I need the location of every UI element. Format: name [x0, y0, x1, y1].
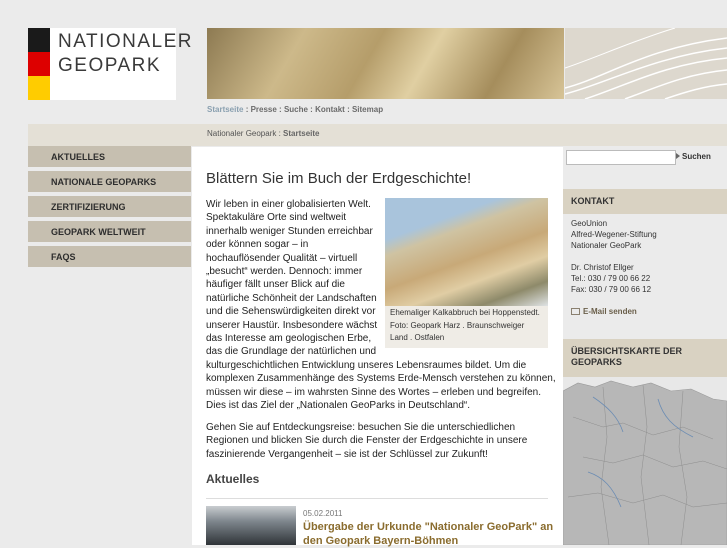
text-line: kulturgeschichtlichen Entwicklung unsere… — [206, 359, 527, 371]
kontakt-line — [571, 251, 657, 262]
map-heading-line: GEOPARKS — [571, 357, 622, 367]
kontakt-line: Dr. Christof Ellger — [571, 263, 634, 272]
divider — [206, 498, 548, 499]
nav-separator: : — [243, 105, 251, 114]
german-flag-icon — [28, 28, 50, 100]
sidebar-item-faqs[interactable]: FAQS — [28, 246, 191, 269]
sidebar-item-geopark-weltweit[interactable]: GEOPARK WELTWEIT — [28, 221, 191, 244]
news-title-line: den Geopark Bayern-Böhmen — [303, 535, 459, 547]
arrow-right-icon — [676, 153, 680, 159]
logo-line-2: GEOPARK — [58, 55, 162, 76]
news-heading: Aktuelles — [206, 472, 260, 486]
second-paragraph: Gehen Sie auf Entdeckungsreise: besuchen… — [206, 421, 556, 461]
flag-stripe-black — [28, 28, 50, 52]
kontakt-line: Alfred-Wegener-Stiftung — [571, 230, 657, 239]
text-line: komplexen Zusammenhänge des Systems Erde… — [206, 373, 556, 385]
nav-separator: : — [344, 105, 352, 114]
text-line: Regionen und blicken Sie durch die Fenst… — [206, 435, 528, 447]
breadcrumb: Nationaler Geopark : Startseite — [207, 129, 320, 138]
news-title-link[interactable]: Übergabe der Urkunde "Nationaler GeoPark… — [303, 520, 553, 548]
photo-caption: Ehemaliger Kalkabbruch bei Hoppenstedt. … — [385, 306, 548, 348]
text-line: müssen wir diese – im wahrsten Sinne des… — [206, 386, 541, 398]
quarry-photo — [385, 198, 548, 306]
caption-line: Ehemaliger Kalkabbruch bei Hoppenstedt. — [390, 308, 540, 317]
nav-kontakt[interactable]: Kontakt — [315, 105, 345, 114]
header-rock-image — [207, 28, 564, 99]
news-photo[interactable] — [206, 506, 296, 545]
header-strata-drawing — [565, 28, 727, 99]
news-title-line: Übergabe der Urkunde "Nationaler GeoPark… — [303, 521, 554, 533]
logo-line-1: NATIONALER — [58, 31, 194, 52]
page-title: Blättern Sie im Buch der Erdgeschichte! — [206, 170, 472, 187]
map-heading-line: ÜBERSICHTSKARTE DER — [571, 346, 683, 356]
logo-text: NATIONALER GEOPARK — [58, 30, 193, 78]
kontakt-line: Tel.: 030 / 79 00 66 22 — [571, 274, 651, 283]
email-link[interactable]: E-Mail senden — [571, 307, 637, 316]
germany-map[interactable] — [563, 377, 727, 545]
flag-stripe-gold — [28, 76, 50, 100]
kontakt-line: Fax: 030 / 79 00 66 12 — [571, 285, 652, 294]
sidebar-item-nationale-geoparks[interactable]: NATIONALE GEOPARKS — [28, 171, 191, 194]
breadcrumb-item-geopark[interactable]: Nationaler Geopark — [207, 129, 276, 138]
sidebar-item-zertifizierung[interactable]: ZERTIFIZIERUNG — [28, 196, 191, 219]
search-button-label: Suchen — [682, 152, 711, 161]
kontakt-line: GeoUnion — [571, 219, 608, 228]
search-button[interactable]: Suchen — [676, 152, 711, 161]
map-heading: ÜBERSICHTSKARTE DER GEOPARKS — [563, 339, 727, 377]
caption-line: Land . Ostfalen — [390, 333, 445, 342]
kontakt-heading: KONTAKT — [563, 189, 727, 214]
flag-stripe-red — [28, 52, 50, 76]
nav-sitemap[interactable]: Sitemap — [352, 105, 383, 114]
breadcrumb-bar — [28, 124, 727, 146]
top-navigation: Startseite : Presse : Suche : Kontakt : … — [207, 105, 383, 114]
nav-startseite[interactable]: Startseite — [207, 105, 243, 114]
kontakt-details: GeoUnion Alfred-Wegener-Stiftung Nationa… — [571, 218, 657, 295]
nav-suche[interactable]: Suche — [284, 105, 308, 114]
nav-presse[interactable]: Presse — [251, 105, 277, 114]
email-label: E-Mail senden — [583, 307, 637, 316]
sidebar-item-aktuelles[interactable]: AKTUELLES — [28, 146, 191, 169]
nav-separator: : — [307, 105, 316, 114]
text-line: Dies ist das Ziel der „Nationalen GeoPar… — [206, 400, 471, 412]
news-date: 05.02.2011 — [303, 509, 343, 518]
text-line: faszinierende Vergangenheit – sie ist de… — [206, 448, 488, 460]
kontakt-line: Nationaler GeoPark — [571, 241, 642, 250]
text-line: Gehen Sie auf Entdeckungsreise: besuchen… — [206, 422, 516, 433]
breadcrumb-item-current: Startseite — [283, 129, 320, 138]
nav-separator: : — [276, 105, 284, 114]
search-input[interactable] — [566, 150, 676, 165]
envelope-icon — [571, 308, 580, 316]
caption-line: Foto: Geopark Harz . Braunschweiger — [390, 320, 525, 330]
